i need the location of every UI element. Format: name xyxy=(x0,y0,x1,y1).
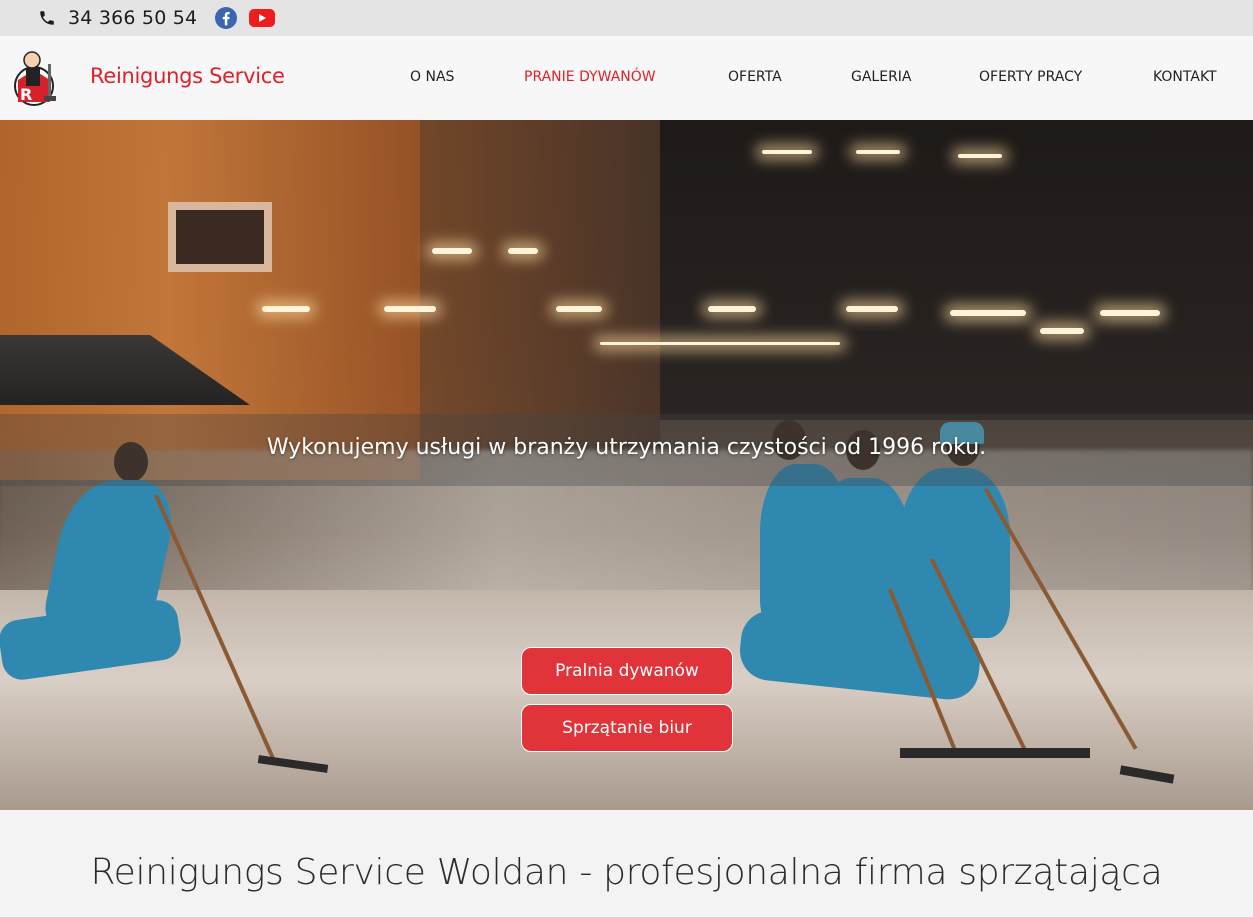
site-header: R Reinigungs Service O NAS PRANIE DYWANÓ… xyxy=(0,36,1253,120)
nav-galeria[interactable]: GALERIA xyxy=(851,69,912,85)
svg-text:R: R xyxy=(20,85,32,104)
facebook-icon[interactable] xyxy=(215,7,238,29)
phone-icon xyxy=(38,9,56,27)
nav-oferty-pracy[interactable]: OFERTY PRACY xyxy=(979,69,1082,85)
nav-oferta[interactable]: OFERTA xyxy=(728,69,782,85)
brand-name[interactable]: Reinigungs Service xyxy=(90,64,285,88)
pralnia-dywanow-button[interactable]: Pralnia dywanów xyxy=(521,647,733,695)
nav-o-nas[interactable]: O NAS xyxy=(410,69,454,85)
hero-tagline: Wykonujemy usługi w branży utrzymania cz… xyxy=(266,435,987,460)
nav-kontakt[interactable]: KONTAKT xyxy=(1153,69,1217,85)
youtube-icon[interactable] xyxy=(249,8,276,28)
nav-pranie-dywanow[interactable]: PRANIE DYWANÓW xyxy=(524,69,656,85)
company-logo[interactable]: R xyxy=(12,46,64,108)
top-bar: 34 366 50 54 xyxy=(0,0,1253,36)
phone-number[interactable]: 34 366 50 54 xyxy=(68,7,197,29)
page-title: Reinigungs Service Woldan - profesjonaln… xyxy=(90,852,1163,893)
sprzatanie-biur-button[interactable]: Sprzątanie biur xyxy=(521,704,733,752)
